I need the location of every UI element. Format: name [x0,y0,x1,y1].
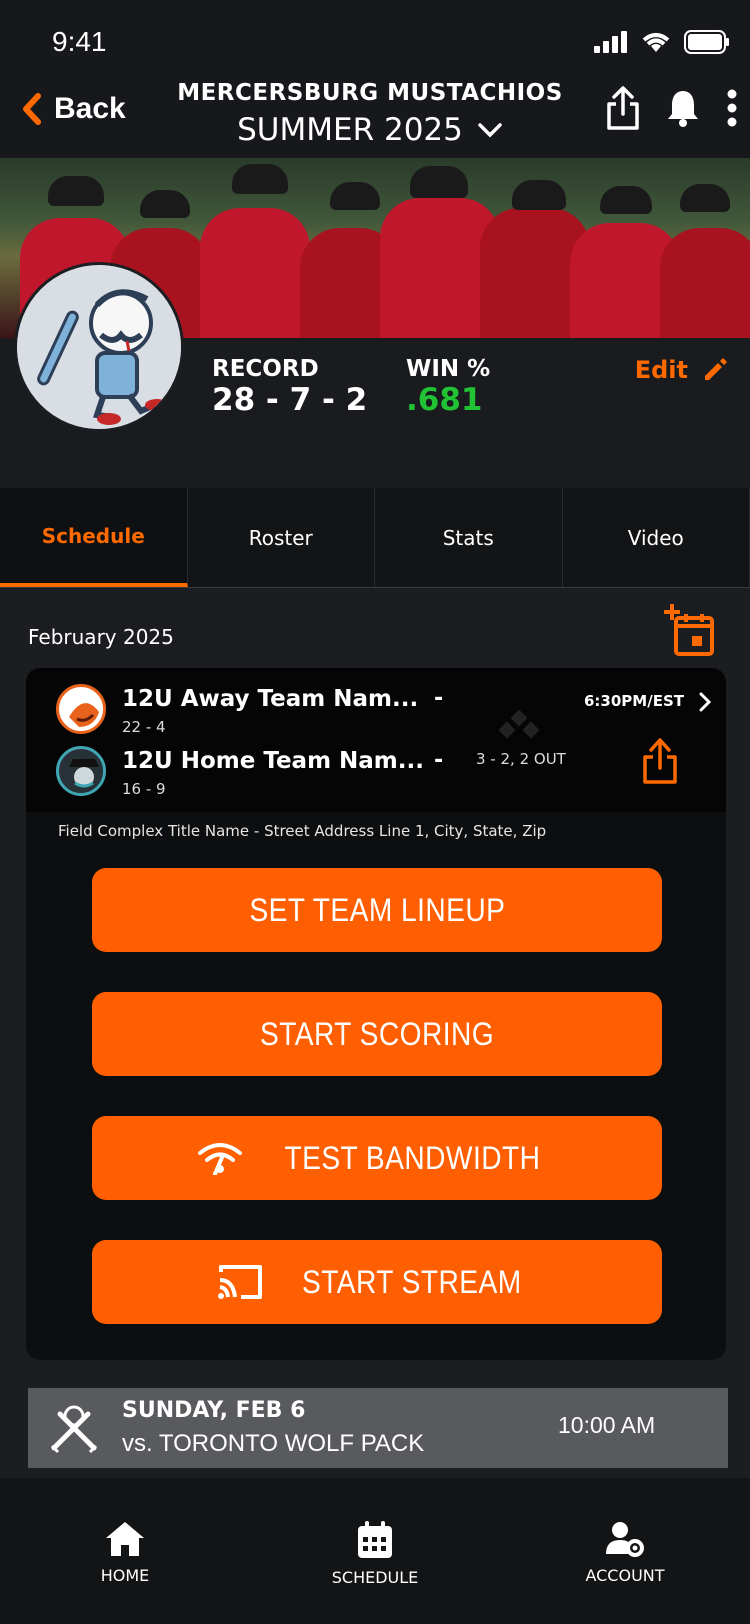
mustache-mascot-icon [17,265,181,429]
home-team-name: 12U Home Team Nam... [122,748,424,774]
nav-account-label: ACCOUNT [585,1566,665,1585]
baseball-bats-icon [50,1405,98,1454]
chevron-down-icon [478,123,502,138]
nav-home[interactable]: HOME [0,1478,250,1624]
tiger-icon [62,690,103,731]
tab-video[interactable]: Video [563,488,750,587]
nav-home-label: HOME [100,1566,150,1585]
share-game-icon[interactable] [642,738,678,784]
home-score: - [434,748,444,773]
mascot-icon [62,752,103,793]
system-icons [594,30,730,54]
home-team-logo [56,746,106,796]
add-event-icon[interactable] [662,604,714,656]
edit-team-button[interactable]: Edit [635,356,728,384]
team-name: MERCERSBURG MUSTACHIOS [177,80,563,106]
status-bar: 9:41 [0,0,750,80]
away-team-name: 12U Away Team Nam... [122,686,419,712]
upcoming-game-opponent: vs. TORONTO WOLF PACK [122,1430,425,1457]
user-settings-icon [606,1522,644,1557]
bell-icon[interactable] [666,88,700,128]
battery-icon [684,30,729,54]
bandwidth-icon [197,1143,242,1175]
field-address: Field Complex Title Name - Street Addres… [58,822,547,840]
tab-schedule[interactable]: Schedule [0,488,188,587]
start-stream-label: START STREAM [302,1263,522,1300]
away-score: - [434,686,444,711]
nav-account[interactable]: ACCOUNT [500,1478,750,1624]
more-options-icon[interactable] [726,88,738,128]
test-bandwidth-label: TEST BANDWIDTH [284,1139,540,1176]
wifi-icon [642,33,670,52]
nav-schedule[interactable]: SCHEDULE [250,1478,500,1624]
inning-count: 3 - 2, 2 OUT [476,750,566,768]
signal-icon [594,31,627,53]
game-card: 12U Away Team Nam... 22 - 4 - 12U Home T… [26,668,726,1360]
game-time: 6:30PM/EST [584,692,684,710]
start-stream-button[interactable]: START STREAM [92,1240,662,1324]
nav-bar: Back MERCERSBURG MUSTACHIOS SUMMER 2025 [0,80,750,158]
home-team-record: 16 - 9 [122,780,166,798]
chevron-left-icon [23,93,41,125]
home-icon [106,1522,144,1556]
upcoming-game-row[interactable]: SUNDAY, FEB 6 vs. TORONTO WOLF PACK 10:0… [28,1388,728,1468]
away-team-record: 22 - 4 [122,718,166,736]
tab-roster[interactable]: Roster [188,488,375,587]
start-scoring-label: START SCORING [259,1015,495,1052]
bases-diamond-icon [498,710,540,739]
away-team-logo [56,684,106,734]
set-lineup-label: SET TEAM LINEUP [249,891,505,928]
calendar-icon [358,1521,392,1558]
win-percent-value: .681 [406,382,483,418]
section-tabs: Schedule Roster Stats Video [0,488,750,588]
game-matchup[interactable]: 12U Away Team Nam... 22 - 4 - 12U Home T… [26,668,726,812]
edit-label: Edit [634,356,688,384]
season-selector[interactable]: SUMMER 2025 [170,112,570,148]
start-scoring-button[interactable]: START SCORING [92,992,662,1076]
bottom-nav: HOME SCHEDULE ACCOUNT [0,1478,750,1624]
back-button[interactable]: Back [20,92,126,126]
team-logo [14,262,184,432]
share-icon[interactable] [606,86,640,130]
test-bandwidth-button[interactable]: TEST BANDWIDTH [92,1116,662,1200]
upcoming-game-time: 10:00 AM [558,1412,656,1438]
tab-stats[interactable]: Stats [375,488,563,587]
pencil-icon [705,358,727,380]
nav-schedule-label: SCHEDULE [331,1568,419,1587]
cast-icon [218,1265,263,1299]
record-label: RECORD [212,356,319,382]
back-label: Back [54,92,126,125]
record-value: 28 - 7 - 2 [212,382,368,418]
chevron-right-icon[interactable] [698,692,712,712]
upcoming-game-date: SUNDAY, FEB 6 [122,1398,306,1423]
set-team-lineup-button[interactable]: SET TEAM LINEUP [92,868,662,952]
status-time: 9:41 [52,26,107,57]
nav-actions [606,86,738,130]
win-percent-label: WIN % [406,356,491,382]
season-label: SUMMER 2025 [237,112,463,148]
month-header: February 2025 [28,625,174,649]
